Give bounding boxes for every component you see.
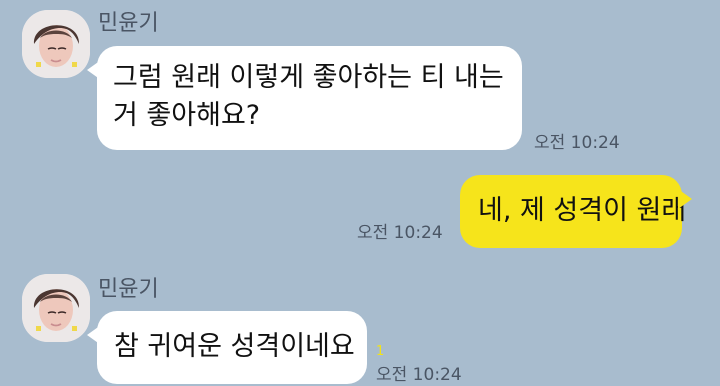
my-message-bubble[interactable]: 네, 제 성격이 원래: [460, 175, 692, 248]
profile-photo-icon: [22, 274, 90, 342]
message-line: 거 좋아해요?: [113, 100, 261, 131]
profile-photo-icon: [22, 10, 90, 78]
message-line: 네, 제 성격이 원래: [478, 195, 687, 226]
message-line: 참 귀여운 성격이네요: [114, 331, 355, 362]
message-bubble[interactable]: 참 귀여운 성격이네요: [87, 311, 367, 384]
message-bubble[interactable]: 그럼 원래 이렇게 좋아하는 티 내는 거 좋아해요?: [87, 46, 522, 150]
message-time: 오전 10:24: [357, 223, 443, 243]
bubble-tail: [87, 325, 101, 345]
sender-name: 민윤기: [98, 11, 159, 36]
message-time: 오전 10:24: [534, 133, 620, 153]
bubble-tail: [678, 189, 692, 209]
sender-name: 민윤기: [98, 277, 159, 302]
bubble-tail: [87, 60, 101, 80]
avatar-profile-photo[interactable]: [22, 274, 90, 342]
message-time: 오전 10:24: [376, 365, 462, 385]
unread-count: 1: [376, 344, 385, 359]
message-line: 그럼 원래 이렇게 좋아하는 티 내는: [113, 62, 504, 93]
avatar-profile-photo[interactable]: [22, 10, 90, 78]
chat-room: 민윤기 그럼 원래 이렇게 좋아하는 티 내는 거 좋아해요? 오전 10:24…: [0, 0, 720, 386]
